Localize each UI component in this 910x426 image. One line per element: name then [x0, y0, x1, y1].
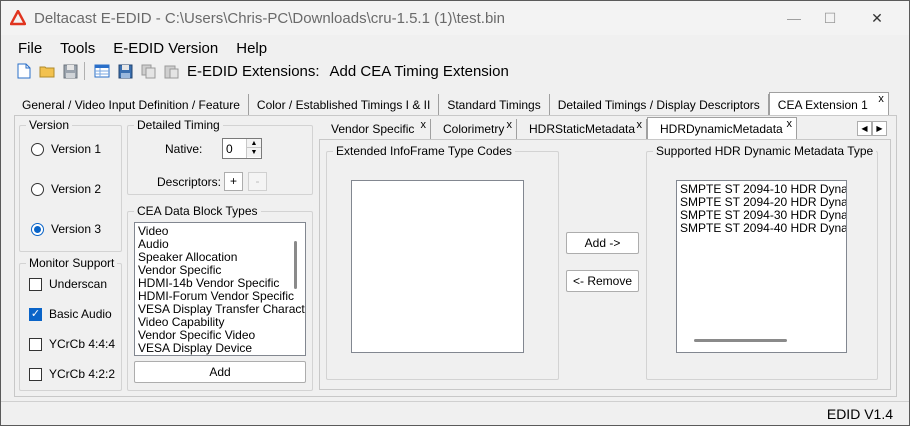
close-tab-icon[interactable]: x: [787, 118, 793, 130]
menu-tools[interactable]: Tools: [51, 37, 104, 59]
list-item[interactable]: VESA Display Device: [135, 342, 305, 355]
menu-file[interactable]: File: [1, 37, 51, 59]
extended-infoframe-list[interactable]: [351, 180, 524, 353]
menu-eedid-version[interactable]: E-EDID Version: [104, 37, 227, 59]
edid-version-status: EDID V1.4: [826, 406, 893, 422]
new-file-icon[interactable]: [14, 61, 34, 81]
ycrcb-422-checkbox[interactable]: YCrCb 4:2:2: [29, 367, 115, 381]
deltacast-logo-icon: [9, 9, 27, 26]
close-tab-icon[interactable]: x: [878, 92, 884, 106]
radio-indicator: [31, 142, 44, 156]
checkbox-indicator: [29, 367, 42, 381]
tab-label: HDRStaticMetadata: [529, 122, 636, 136]
remove-descriptor-button[interactable]: -: [248, 172, 267, 191]
native-label: Native:: [165, 142, 203, 156]
tab-scroll-arrows: ◀ ▶: [857, 121, 887, 136]
horizontal-scrollbar-thumb[interactable]: [694, 339, 787, 342]
descriptors-label: Descriptors:: [157, 175, 222, 189]
maximize-button[interactable]: ☐: [807, 1, 853, 35]
close-tab-icon[interactable]: x: [637, 119, 643, 131]
tab-general[interactable]: General / Video Input Definition / Featu…: [14, 94, 249, 116]
add-data-block-button[interactable]: Add: [134, 361, 306, 383]
stepper-arrows: ▲ ▼: [246, 139, 261, 158]
monitor-support-legend: Monitor Support: [29, 256, 115, 270]
supported-hdr-dynamic-legend: Supported HDR Dynamic Metadata Type: [656, 144, 874, 158]
sub-tab-strip: Vendor Specific x Colorimetry x HDRStati…: [319, 117, 797, 140]
add-type-button[interactable]: Add ->: [566, 232, 639, 254]
tab-label: HDRDynamicMetadata: [660, 122, 783, 136]
basic-audio-checkbox[interactable]: ✓ Basic Audio: [29, 307, 112, 321]
toolbar-separator: [84, 62, 85, 80]
radio-label: Version 2: [51, 182, 102, 196]
tab-hdr-dynamic-metadata[interactable]: HDRDynamicMetadata x: [647, 117, 797, 140]
version-1-radio[interactable]: Version 1: [31, 142, 101, 156]
checkbox-label: Basic Audio: [49, 307, 112, 321]
tab-label: CEA Extension 1: [777, 98, 868, 112]
checkbox-label: YCrCb 4:4:4: [49, 337, 116, 351]
window-title: Deltacast E-EDID - C:\Users\Chris-PC\Dow…: [34, 10, 505, 27]
tab-detailed-timings[interactable]: Detailed Timings / Display Descriptors: [550, 94, 769, 116]
scroll-right-icon[interactable]: ▶: [872, 121, 887, 136]
version-3-radio[interactable]: Version 3: [31, 222, 101, 236]
paste-icon[interactable]: [161, 61, 181, 81]
tab-color-established[interactable]: Color / Established Timings I & II: [249, 94, 440, 116]
tab-colorimetry[interactable]: Colorimetry x: [431, 119, 517, 140]
remove-type-button[interactable]: <- Remove: [566, 270, 639, 292]
save-device-icon[interactable]: [115, 61, 135, 81]
menu-help[interactable]: Help: [227, 37, 276, 59]
toolbar: E-EDID Extensions: Add CEA Timing Extens…: [1, 59, 909, 83]
cea-data-block-list[interactable]: Video Audio Speaker Allocation Vendor Sp…: [134, 222, 306, 356]
close-tab-icon[interactable]: x: [421, 119, 427, 131]
stepper-down-icon[interactable]: ▼: [247, 148, 261, 157]
add-descriptor-button[interactable]: +: [224, 172, 243, 191]
main-tab-strip: General / Video Input Definition / Featu…: [14, 92, 889, 116]
checkbox-indicator: [29, 277, 42, 291]
eedid-extensions-label: E-EDID Extensions:: [187, 62, 320, 80]
scroll-left-icon[interactable]: ◀: [857, 121, 872, 136]
checkbox-label: YCrCb 4:2:2: [49, 367, 116, 381]
checkmark-icon: ✓: [29, 307, 42, 321]
close-tab-icon[interactable]: x: [507, 119, 513, 131]
app-window: Deltacast E-EDID - C:\Users\Chris-PC\Dow…: [0, 0, 910, 426]
radio-label: Version 1: [51, 142, 102, 156]
checkbox-label: Underscan: [49, 277, 108, 291]
tab-cea-extension-1[interactable]: CEA Extension 1 x: [768, 92, 889, 116]
detailed-timing-legend: Detailed Timing: [137, 118, 220, 132]
tab-hdr-static-metadata[interactable]: HDRStaticMetadata x: [517, 119, 647, 140]
tab-standard-timings[interactable]: Standard Timings: [439, 94, 550, 116]
native-stepper[interactable]: 0 ▲ ▼: [222, 138, 262, 159]
extended-infoframe-legend: Extended InfoFrame Type Codes: [336, 144, 512, 158]
list-items: SMPTE ST 2094-10 HDR Dynamic SMPTE ST 20…: [677, 181, 846, 235]
tab-label: Colorimetry: [443, 122, 505, 136]
menu-bar: File Tools E-EDID Version Help: [1, 37, 909, 59]
native-value: 0: [226, 142, 233, 156]
cea-data-block-types-legend: CEA Data Block Types: [137, 204, 258, 218]
status-bar: EDID V1.4: [1, 401, 909, 426]
list-items: Video Audio Speaker Allocation Vendor Sp…: [135, 223, 305, 355]
radio-indicator: [31, 182, 44, 196]
radio-label: Version 3: [51, 222, 102, 236]
vertical-scrollbar-thumb[interactable]: [294, 241, 297, 289]
list-item[interactable]: SMPTE ST 2094-40 HDR Dynamic: [677, 222, 846, 235]
title-bar[interactable]: Deltacast E-EDID - C:\Users\Chris-PC\Dow…: [1, 1, 909, 35]
version-2-radio[interactable]: Version 2: [31, 182, 101, 196]
underscan-checkbox[interactable]: Underscan: [29, 277, 107, 291]
radio-indicator: [31, 222, 44, 236]
ycrcb-444-checkbox[interactable]: YCrCb 4:4:4: [29, 337, 115, 351]
stepper-up-icon[interactable]: ▲: [247, 139, 261, 148]
close-button[interactable]: ✕: [854, 1, 900, 35]
checkbox-indicator: [29, 337, 42, 351]
save-icon[interactable]: [60, 61, 80, 81]
copy-icon[interactable]: [138, 61, 158, 81]
tab-vendor-specific[interactable]: Vendor Specific x: [319, 119, 431, 140]
add-cea-timing-extension-button[interactable]: Add CEA Timing Extension: [330, 63, 509, 80]
supported-hdr-dynamic-list[interactable]: SMPTE ST 2094-10 HDR Dynamic SMPTE ST 20…: [676, 180, 847, 353]
open-folder-icon[interactable]: [37, 61, 57, 81]
version-legend: Version: [29, 118, 70, 132]
tab-label: Vendor Specific: [331, 122, 415, 136]
table-icon[interactable]: [92, 61, 112, 81]
